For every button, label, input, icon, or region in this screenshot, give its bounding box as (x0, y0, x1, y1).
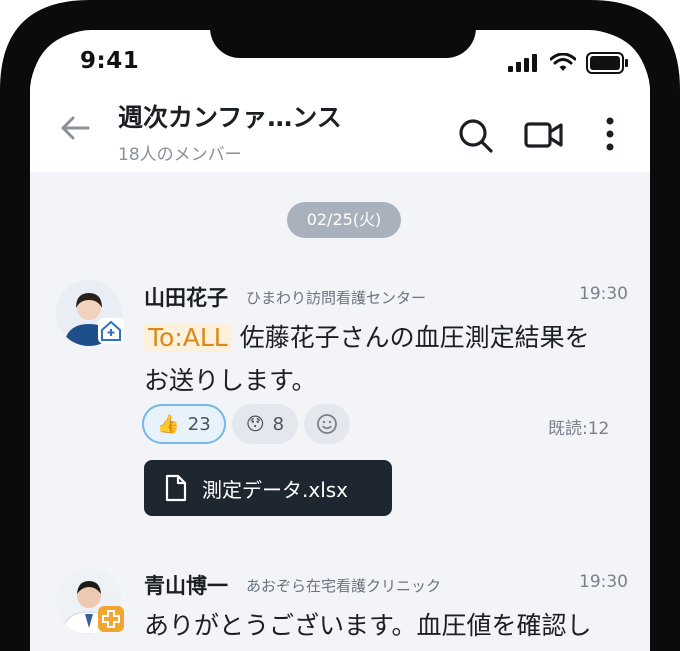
screen: 9:41 週次カンファ…ンス 18人のメンバー 02/25(火) 山田花子 ひま… (30, 30, 650, 651)
status-icons (508, 52, 628, 74)
add-reaction-button[interactable] (304, 404, 350, 444)
thumbs-up-icon: 👍 (157, 413, 180, 435)
sender-organization: ひまわり訪問看護センター (246, 289, 427, 307)
battery-icon (586, 52, 628, 74)
smiley-add-icon (317, 414, 337, 434)
back-button[interactable] (60, 116, 90, 140)
message-text[interactable]: To:ALL 佐藤花子さんの血圧測定結果を お送りします。 (144, 316, 634, 402)
message-time: 19:30 (579, 284, 628, 304)
read-count: 既読:12 (548, 419, 610, 439)
notch (210, 30, 476, 58)
video-camera-icon[interactable] (524, 120, 564, 150)
reaction-thumbs-up[interactable]: 👍 23 (142, 404, 226, 444)
message-text-line2: お送りします。 (144, 366, 317, 395)
signal-icon (508, 54, 537, 72)
more-vertical-icon[interactable] (604, 116, 616, 152)
home-medical-badge-icon (98, 318, 124, 344)
message-text[interactable]: ありがとうございます。血圧値を確認し (144, 604, 634, 647)
message-text-line1: ありがとうございます。血圧値を確認し (144, 611, 592, 640)
date-separator: 02/25(火) (287, 202, 401, 238)
group-title[interactable]: 週次カンファ…ンス (118, 98, 342, 134)
surprised-face-icon: 😯 (245, 413, 265, 435)
file-attachment[interactable]: 測定データ.xlsx (144, 460, 392, 516)
message-time: 19:30 (579, 572, 628, 592)
wifi-icon (550, 53, 576, 71)
member-count[interactable]: 18人のメンバー (118, 140, 242, 165)
file-name: 測定データ.xlsx (202, 477, 349, 502)
sender-organization: あおぞら在宅看護クリニック (246, 577, 442, 595)
reaction-count: 8 (272, 413, 285, 435)
search-icon[interactable] (458, 118, 494, 154)
reaction-count: 23 (187, 413, 211, 435)
sender-name[interactable]: 山田花子 (144, 282, 228, 312)
chat-timeline[interactable]: 02/25(火) 山田花子 ひまわり訪問看護センター 19:30 To:ALL (30, 172, 650, 651)
chat-header: 週次カンファ…ンス 18人のメンバー (30, 78, 650, 172)
phone-frame: 9:41 週次カンファ…ンス 18人のメンバー 02/25(火) 山田花子 ひま… (0, 0, 680, 651)
sender-name[interactable]: 青山博一 (144, 570, 228, 600)
reaction-surprised[interactable]: 😯 8 (232, 404, 298, 444)
document-icon (165, 474, 187, 502)
status-time: 9:41 (80, 48, 140, 74)
medical-cross-badge-icon (98, 606, 124, 632)
mention-tag[interactable]: To:ALL (144, 323, 232, 352)
message-text-line1: 佐藤花子さんの血圧測定結果を (239, 323, 590, 352)
